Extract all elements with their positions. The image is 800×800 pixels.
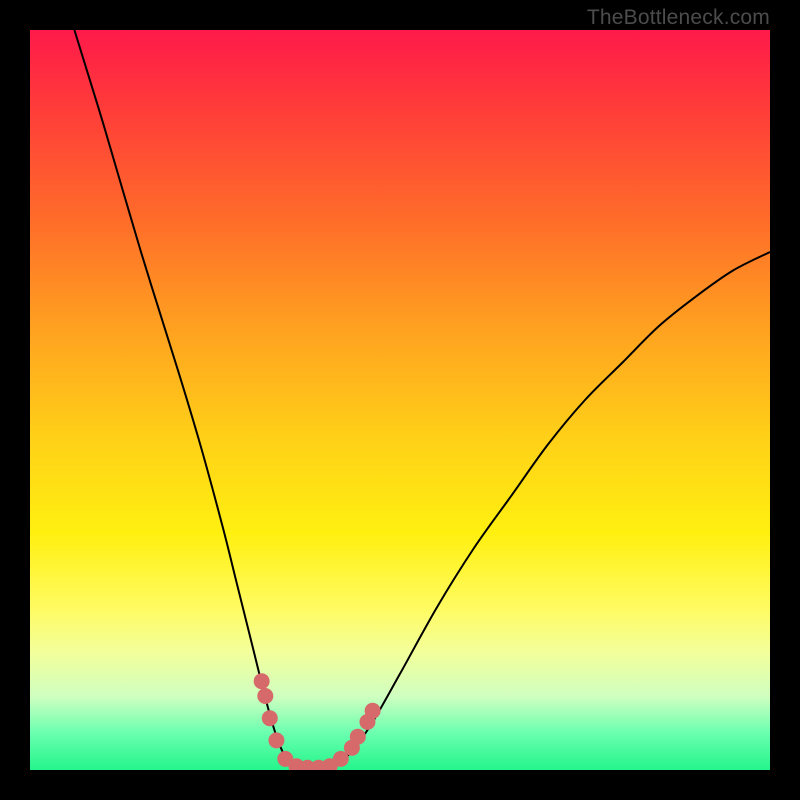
highlight-dot (268, 732, 284, 748)
chart-svg (30, 30, 770, 770)
highlight-dot (254, 673, 270, 689)
highlight-dot (257, 688, 273, 704)
highlight-dot (262, 710, 278, 726)
highlight-dot (350, 729, 366, 745)
chart-frame: TheBottleneck.com (0, 0, 800, 800)
highlight-dot (365, 703, 381, 719)
highlight-marker-group (254, 673, 381, 770)
bottleneck-curve (74, 30, 770, 770)
watermark-text: TheBottleneck.com (587, 6, 770, 30)
plot-area (30, 30, 770, 770)
